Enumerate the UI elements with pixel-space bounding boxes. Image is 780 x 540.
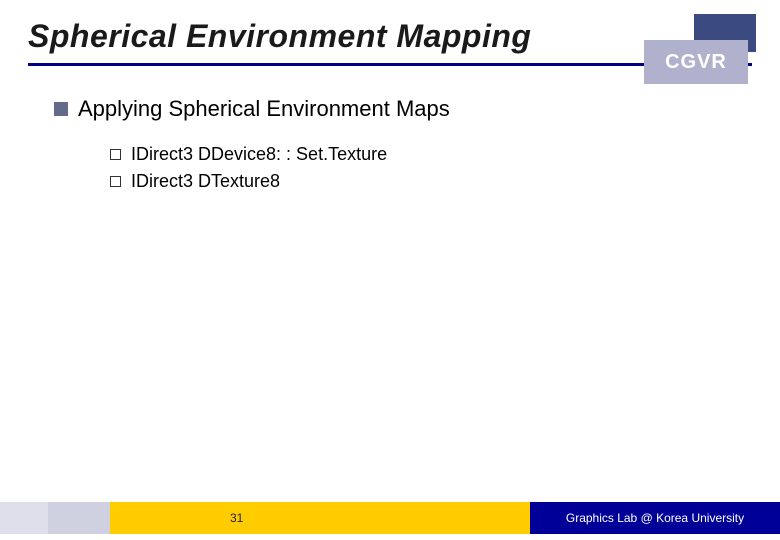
lvl2-list: IDirect3 DDevice8: : Set.Texture IDirect… [54, 144, 780, 192]
box-bullet-icon [110, 149, 121, 160]
bullet-lvl1: Applying Spherical Environment Maps [54, 96, 780, 122]
footer-credit: Graphics Lab @ Korea University [566, 511, 744, 525]
lvl1-text: Applying Spherical Environment Maps [78, 96, 450, 122]
lvl2-text: IDirect3 DDevice8: : Set.Texture [131, 144, 387, 165]
slide: Spherical Environment Mapping CGVR Apply… [0, 0, 780, 540]
footer-mid: 31 [110, 502, 530, 534]
box-bullet-icon [110, 176, 121, 187]
footer-left-block [0, 502, 110, 534]
bullet-lvl2: IDirect3 DDevice8: : Set.Texture [110, 144, 780, 165]
lvl2-text: IDirect3 DTexture8 [131, 171, 280, 192]
square-bullet-icon [54, 102, 68, 116]
bullet-lvl2: IDirect3 DTexture8 [110, 171, 780, 192]
footer-left-a [0, 502, 48, 534]
page-number: 31 [230, 511, 243, 525]
header: Spherical Environment Mapping CGVR [0, 0, 780, 55]
footer-right: Graphics Lab @ Korea University [530, 502, 780, 534]
footer-left-b [48, 502, 110, 534]
badge-label: CGVR [644, 40, 748, 84]
body: Applying Spherical Environment Maps IDir… [0, 66, 780, 192]
footer-bar: 31 Graphics Lab @ Korea University [0, 502, 780, 534]
